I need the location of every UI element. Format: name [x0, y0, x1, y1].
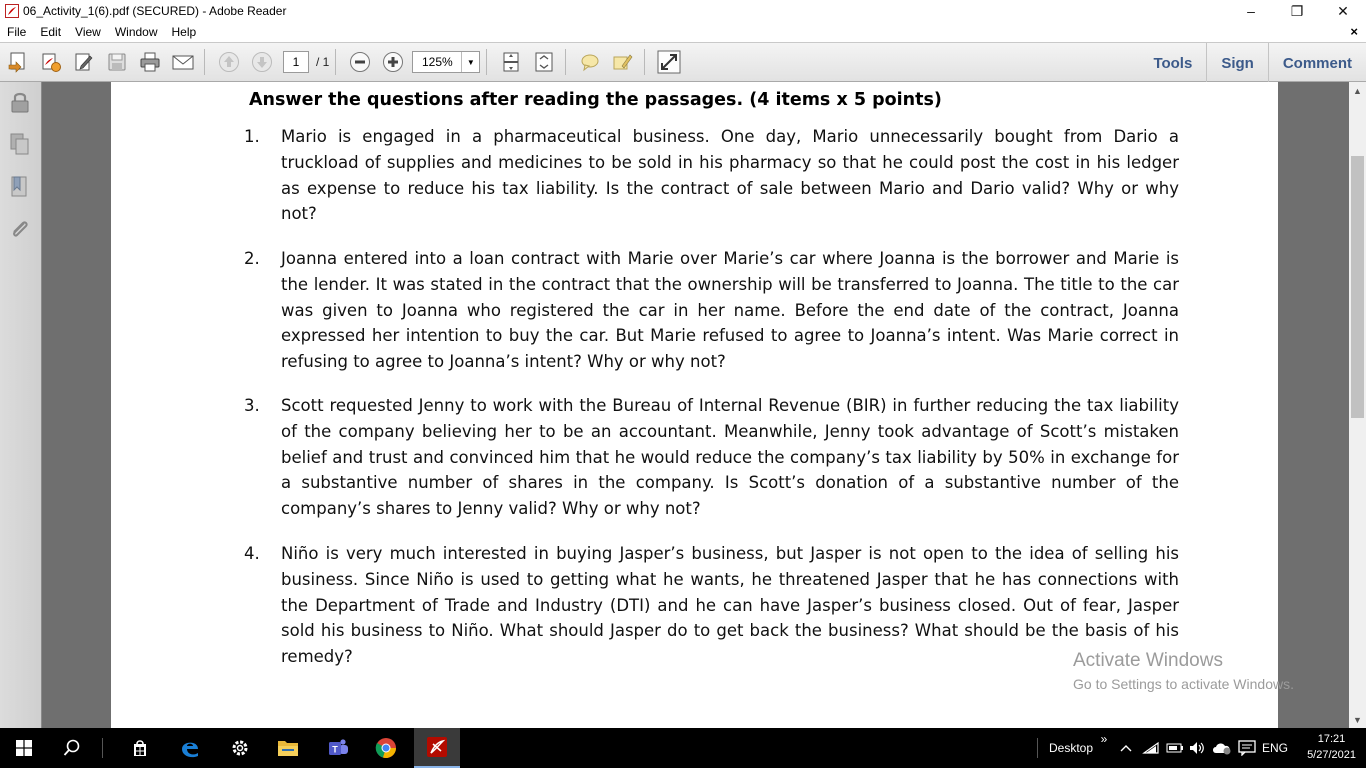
chevron-down-icon[interactable]: ▼: [461, 52, 479, 72]
question-text: Niño is very much interested in buying J…: [281, 544, 1179, 667]
document-viewport[interactable]: Answer the questions after reading the p…: [42, 82, 1349, 728]
vertical-scrollbar[interactable]: ▲ ▼: [1349, 82, 1366, 728]
restore-button[interactable]: ❐: [1274, 0, 1320, 22]
tools-pane-button[interactable]: Tools: [1139, 43, 1206, 83]
input-language-indicator[interactable]: ENG: [1260, 728, 1290, 768]
settings-gear-icon[interactable]: [218, 728, 262, 768]
menu-bar: File Edit View Window Help ×: [0, 22, 1366, 42]
question-text: Scott requested Jenny to work with the B…: [281, 396, 1179, 519]
page-total: / 1: [316, 55, 330, 69]
scroll-down-arrow-icon[interactable]: ▼: [1349, 711, 1366, 728]
question-number: 2.: [244, 249, 260, 268]
toolbar-separator: [335, 49, 337, 75]
fit-page-icon[interactable]: [529, 47, 559, 77]
desktop-toolbar-label[interactable]: Desktop: [1044, 728, 1098, 768]
adobe-reader-taskbar-icon[interactable]: [414, 728, 460, 768]
edit-pdf-icon[interactable]: [69, 47, 99, 77]
page-heading: Answer the questions after reading the p…: [249, 90, 942, 110]
question-number: 1.: [244, 127, 260, 146]
question-number: 4.: [244, 544, 260, 563]
battery-icon[interactable]: [1164, 728, 1186, 768]
notification-message-icon[interactable]: [1236, 728, 1258, 768]
taskbar-divider: [1036, 728, 1038, 768]
create-convert-icon[interactable]: [36, 47, 66, 77]
windows-start-icon[interactable]: [0, 728, 48, 768]
attachments-icon[interactable]: [9, 218, 31, 242]
toolbar-separator: [204, 49, 205, 75]
svg-text:T: T: [332, 745, 338, 755]
question-number: 3.: [244, 396, 260, 415]
windows-taskbar: T Desktop » ENG 17:21 5/27/2021: [0, 728, 1366, 768]
close-document-button[interactable]: ×: [1350, 24, 1358, 39]
full-screen-icon[interactable]: [654, 47, 684, 77]
toolbar-separator: [644, 49, 646, 75]
menu-window[interactable]: Window: [108, 25, 165, 39]
question-item: 2. Joanna entered into a loan contract w…: [244, 246, 1179, 375]
menu-help[interactable]: Help: [165, 25, 204, 39]
email-icon[interactable]: [168, 47, 198, 77]
toolbar-separator: [565, 49, 567, 75]
create-pdf-icon[interactable]: [3, 47, 33, 77]
zoom-in-icon[interactable]: [378, 47, 408, 77]
save-icon[interactable]: [102, 47, 132, 77]
zoom-level-value: 125%: [421, 55, 453, 69]
edge-browser-icon[interactable]: [168, 728, 212, 768]
question-text: Mario is engaged in a pharmaceutical bus…: [281, 127, 1179, 224]
page-number-input[interactable]: 1: [283, 51, 309, 73]
question-item: 3. Scott requested Jenny to work with th…: [244, 393, 1179, 522]
search-icon[interactable]: [50, 728, 94, 768]
sign-pane-button[interactable]: Sign: [1206, 43, 1268, 83]
print-icon[interactable]: [135, 47, 165, 77]
clock-time: 17:21: [1317, 733, 1346, 745]
zoom-out-icon[interactable]: [345, 47, 375, 77]
taskbar-clock[interactable]: 17:21 5/27/2021: [1307, 731, 1356, 763]
volume-icon[interactable]: [1186, 728, 1208, 768]
adobe-reader-app-icon: [5, 4, 19, 18]
comment-pane-button[interactable]: Comment: [1267, 43, 1366, 83]
desktop-toolbar-chevron[interactable]: »: [1098, 728, 1110, 768]
toolbar: 1 / 1 125% ▼ Tools Sign Comment: [0, 42, 1366, 83]
activate-windows-subtitle: Go to Settings to activate Windows.: [1073, 676, 1294, 692]
menu-view[interactable]: View: [68, 25, 108, 39]
scrollbar-thumb[interactable]: [1351, 156, 1364, 418]
minimize-button[interactable]: –: [1228, 0, 1274, 22]
chrome-browser-icon[interactable]: [364, 728, 408, 768]
taskbar-divider: [100, 728, 104, 768]
window-title: 06_Activity_1(6).pdf (SECURED) - Adobe R…: [23, 4, 287, 18]
pdf-page: Answer the questions after reading the p…: [111, 82, 1278, 728]
sticky-note-icon[interactable]: [575, 47, 605, 77]
question-item: 4. Niño is very much interested in buyin…: [244, 541, 1179, 670]
onedrive-cloud-icon[interactable]: [1210, 728, 1234, 768]
question-text: Joanna entered into a loan contract with…: [281, 249, 1179, 372]
zoom-level-select[interactable]: 125% ▼: [412, 51, 481, 73]
file-explorer-icon[interactable]: [266, 728, 310, 768]
microsoft-teams-icon[interactable]: T: [316, 728, 360, 768]
activate-windows-title: Activate Windows: [1073, 650, 1223, 671]
lock-icon[interactable]: [9, 90, 31, 114]
previous-page-icon[interactable]: [214, 47, 244, 77]
show-hidden-icons-chevron-icon[interactable]: [1116, 728, 1136, 768]
title-bar: 06_Activity_1(6).pdf (SECURED) - Adobe R…: [0, 0, 1366, 22]
wifi-icon[interactable]: [1140, 728, 1162, 768]
menu-edit[interactable]: Edit: [33, 25, 68, 39]
scroll-up-arrow-icon[interactable]: ▲: [1349, 82, 1366, 99]
toolbar-separator: [486, 49, 488, 75]
menu-file[interactable]: File: [0, 25, 33, 39]
navigation-panel: [0, 82, 42, 728]
question-item: 1. Mario is engaged in a pharmaceutical …: [244, 124, 1179, 227]
close-window-button[interactable]: ✕: [1320, 0, 1366, 22]
next-page-icon[interactable]: [247, 47, 277, 77]
microsoft-store-icon[interactable]: [118, 728, 162, 768]
scrolling-mode-icon[interactable]: [496, 47, 526, 77]
clock-date: 5/27/2021: [1307, 749, 1356, 761]
bookmarks-icon[interactable]: [9, 175, 31, 199]
highlight-icon[interactable]: [608, 47, 638, 77]
page-thumbnails-icon[interactable]: [9, 132, 31, 156]
